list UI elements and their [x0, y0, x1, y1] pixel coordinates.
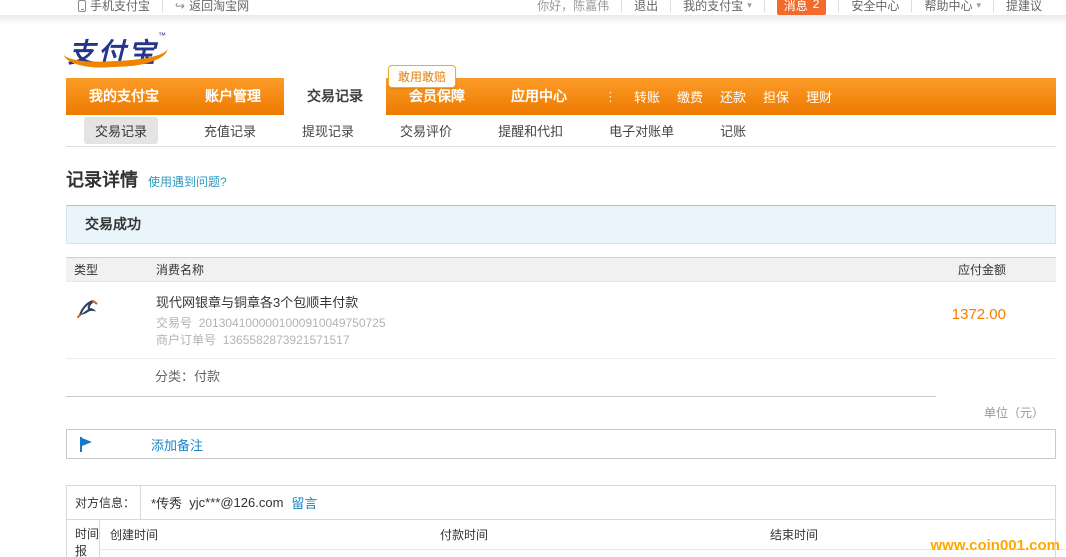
transaction-table: 类型 消费名称 应付金额 现代网银章与铜章各3个包顺丰付款 交易号 201304…: [66, 257, 1056, 421]
trade-number-value: 2013041000001000910049750725: [199, 316, 386, 330]
page-title: 记录详情: [66, 166, 138, 192]
message-count: 2: [813, 0, 820, 14]
alipay-transaction-detail-page: 手机支付宝 ↪ 返回淘宝网 你好，陈嘉伟 退出 我的支付宝 ▾: [0, 0, 1066, 557]
transaction-status-banner: 交易成功: [66, 205, 1056, 244]
time-report-grid: 创建时间 付款时间 结束时间 2013.04.10 16:34:33 2013.…: [100, 520, 1066, 557]
security-center-link[interactable]: 安全中心: [839, 0, 911, 14]
trade-number-label: 交易号: [156, 316, 192, 330]
tab-app-center[interactable]: 应用中心: [488, 78, 590, 115]
merchant-order-label: 商户订单号: [156, 333, 216, 347]
nav-quick-links: ⋮ 转账 缴费 还款 担保 理财: [604, 78, 832, 115]
back-to-taobao-link[interactable]: ↪ 返回淘宝网: [163, 0, 261, 14]
quick-link-finance[interactable]: 理财: [806, 87, 832, 106]
help-center-label: 帮助中心: [924, 0, 972, 14]
suggestion-link[interactable]: 提建议: [994, 0, 1054, 14]
trade-number-line: 交易号 2013041000001000910049750725: [156, 315, 891, 332]
created-time-value: 2013.04.10 16:34:33: [100, 550, 430, 557]
message-menu[interactable]: 消息 2: [765, 0, 839, 15]
mobile-alipay-link[interactable]: 手机支付宝: [66, 0, 162, 14]
amount-unit-note: 单位（元）: [66, 397, 1056, 421]
title-row: 记录详情 使用遇到问题?: [66, 166, 1056, 192]
merchant-order-value: 1365582873921571517: [223, 333, 350, 347]
subnav-withdrawal-records[interactable]: 提现记录: [302, 121, 354, 140]
quick-link-guarantee[interactable]: 担保: [763, 87, 789, 106]
counterparty-email: yjc***@126.com: [189, 495, 283, 510]
topbar-left: 手机支付宝 ↪ 返回淘宝网: [66, 0, 261, 14]
quick-link-repay[interactable]: 还款: [720, 87, 746, 106]
message-badge[interactable]: 消息 2: [777, 0, 827, 15]
flag-icon: [79, 436, 95, 453]
top-utility-bar: 手机支付宝 ↪ 返回淘宝网 你好，陈嘉伟 退出 我的支付宝 ▾: [0, 0, 1066, 15]
header-logo-row: 支付宝™: [66, 31, 1056, 78]
usage-problem-link[interactable]: 使用遇到问题?: [148, 173, 227, 190]
chevron-down-icon: ▾: [747, 0, 752, 11]
counterparty-value: *传秀 yjc***@126.com 留言: [141, 486, 1055, 519]
main-navigation: 敢用敢赔 我的支付宝 账户管理 交易记录 会员保障 应用中心 ⋮ 转账 缴费 还…: [66, 78, 1056, 115]
logout-link[interactable]: 退出: [622, 0, 670, 14]
mobile-phone-icon: [78, 0, 86, 12]
trademark-mark: ™: [158, 31, 166, 40]
add-note-link[interactable]: 添加备注: [151, 435, 203, 454]
swallow-icon: [76, 298, 100, 320]
paid-time-header: 付款时间: [430, 520, 760, 549]
sub-navigation: 交易记录 充值记录 提现记录 交易评价 提醒和代扣 电子对账单 记账: [66, 115, 1056, 147]
counterparty-row: 对方信息： *传秀 yjc***@126.com 留言: [67, 486, 1055, 519]
help-center-menu[interactable]: 帮助中心 ▾: [912, 0, 993, 14]
leave-message-link[interactable]: 留言: [291, 493, 317, 512]
transaction-name[interactable]: 现代网银章与铜章各3个包顺丰付款: [156, 292, 891, 311]
counterparty-name: *传秀: [151, 493, 182, 512]
time-report-row: 时间报告： 创建时间 付款时间 结束时间 2013.04.10 16:34:33…: [67, 519, 1055, 557]
quick-link-pay-bills[interactable]: 缴费: [677, 87, 703, 106]
message-label: 消息: [784, 0, 808, 14]
subnav-reminders-withholding[interactable]: 提醒和代扣: [498, 121, 563, 140]
time-report-label: 时间报告：: [67, 520, 100, 557]
mobile-alipay-label: 手机支付宝: [90, 0, 150, 14]
transaction-table-header: 类型 消费名称 应付金额: [66, 257, 1056, 282]
chevron-down-icon: ▾: [976, 0, 981, 11]
details-table: 对方信息： *传秀 yjc***@126.com 留言 时间报告： 创建时间 付…: [66, 485, 1056, 557]
paid-time-value: 2013.04.10 16:34:45: [430, 550, 760, 557]
transaction-amount: 1372.00: [891, 292, 1056, 349]
site-watermark: www.coin001.com: [931, 537, 1061, 554]
alipay-logo[interactable]: 支付宝™: [68, 31, 166, 70]
my-alipay-menu[interactable]: 我的支付宝 ▾: [671, 0, 764, 14]
subnav-recharge-records[interactable]: 充值记录: [204, 121, 256, 140]
header-amount: 应付金额: [891, 261, 1056, 278]
header-name: 消费名称: [156, 261, 891, 278]
back-to-taobao-label: 返回淘宝网: [189, 0, 249, 14]
created-time-header: 创建时间: [100, 520, 430, 549]
tab-account-management[interactable]: 账户管理: [182, 78, 284, 115]
user-greeting: 你好，陈嘉伟: [525, 0, 621, 14]
transaction-row: 现代网银章与铜章各3个包顺丰付款 交易号 2013041000001000910…: [66, 282, 1056, 359]
header-type: 类型: [66, 261, 156, 278]
member-protection-tooltip: 敢用敢赔: [388, 65, 456, 88]
tab-transaction-records[interactable]: 交易记录: [284, 78, 386, 115]
return-arrow-icon: ↪: [175, 0, 185, 13]
quick-link-transfer[interactable]: 转账: [634, 87, 660, 106]
transaction-name-cell: 现代网银章与铜章各3个包顺丰付款 交易号 2013041000001000910…: [156, 292, 891, 349]
time-headers: 创建时间 付款时间 结束时间: [100, 520, 1066, 550]
topbar-right: 你好，陈嘉伟 退出 我的支付宝 ▾ 消息 2 安全中心 帮助中心 ▾: [525, 0, 1054, 15]
time-values: 2013.04.10 16:34:33 2013.04.10 16:34:45 …: [100, 550, 1066, 557]
topbar-shadow: [0, 15, 1066, 24]
transaction-category: 分类：付款: [66, 359, 936, 397]
subnav-transaction-reviews[interactable]: 交易评价: [400, 121, 452, 140]
tab-my-alipay[interactable]: 我的支付宝: [66, 78, 182, 115]
merchant-order-line: 商户订单号 1365582873921571517: [156, 332, 891, 349]
subnav-bookkeeping[interactable]: 记账: [720, 121, 746, 140]
my-alipay-label: 我的支付宝: [683, 0, 743, 14]
subnav-transaction-records[interactable]: 交易记录: [84, 117, 158, 144]
add-note-box: 添加备注: [66, 429, 1056, 459]
subnav-e-statement[interactable]: 电子对账单: [609, 121, 674, 140]
counterparty-label: 对方信息：: [67, 486, 141, 519]
dots-separator-icon: ⋮: [604, 89, 617, 105]
transaction-type-cell: [66, 292, 156, 349]
